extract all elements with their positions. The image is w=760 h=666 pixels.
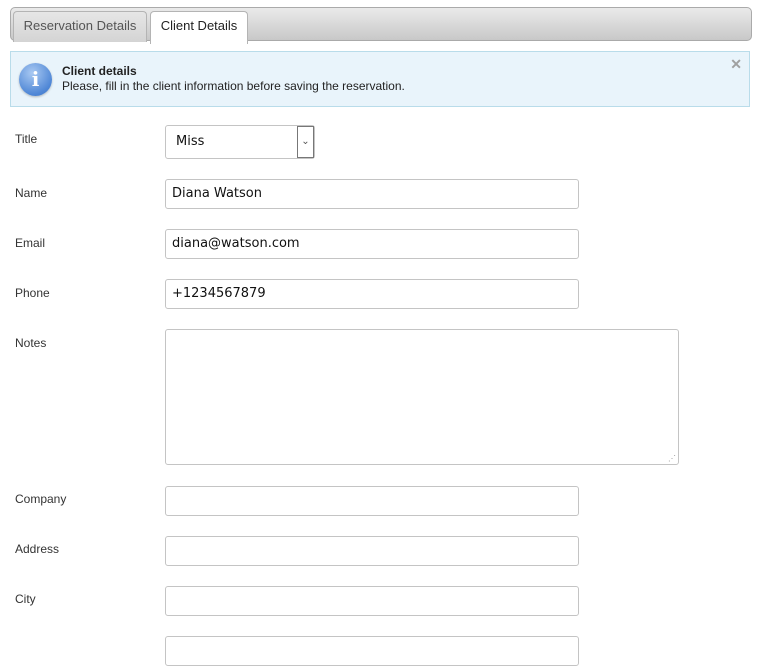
- tab-client-details[interactable]: Client Details: [150, 11, 248, 44]
- title-select[interactable]: Miss ⌄: [165, 125, 315, 159]
- address-label: Address: [15, 542, 60, 556]
- info-icon: i: [19, 63, 52, 96]
- email-label: Email: [15, 236, 46, 250]
- address-input[interactable]: [165, 536, 579, 566]
- email-input[interactable]: diana@watson.com: [165, 229, 579, 259]
- title-select-value: Miss: [176, 134, 205, 149]
- alert-title: Client details: [62, 64, 137, 78]
- company-input[interactable]: [165, 486, 579, 516]
- phone-label: Phone: [15, 286, 50, 300]
- city-input[interactable]: [165, 586, 579, 616]
- notes-label: Notes: [15, 336, 47, 350]
- tab-reservation-details[interactable]: Reservation Details: [13, 11, 147, 42]
- alert-message: Please, fill in the client information b…: [62, 79, 405, 93]
- chevron-down-icon[interactable]: ⌄: [297, 126, 314, 158]
- title-label: Title: [15, 132, 38, 146]
- name-label: Name: [15, 186, 48, 200]
- info-alert: i Client details Please, fill in the cli…: [10, 51, 750, 107]
- tab-bar: Reservation Details Client Details: [10, 7, 752, 44]
- close-icon[interactable]: ✕: [730, 56, 742, 73]
- company-label: Company: [15, 492, 67, 506]
- phone-input[interactable]: +1234567879: [165, 279, 579, 309]
- next-input-partial[interactable]: [165, 636, 579, 666]
- name-input[interactable]: Diana Watson: [165, 179, 579, 209]
- resize-grip-icon[interactable]: ⋰: [668, 455, 676, 463]
- notes-textarea[interactable]: ⋰: [165, 329, 679, 465]
- city-label: City: [15, 592, 36, 606]
